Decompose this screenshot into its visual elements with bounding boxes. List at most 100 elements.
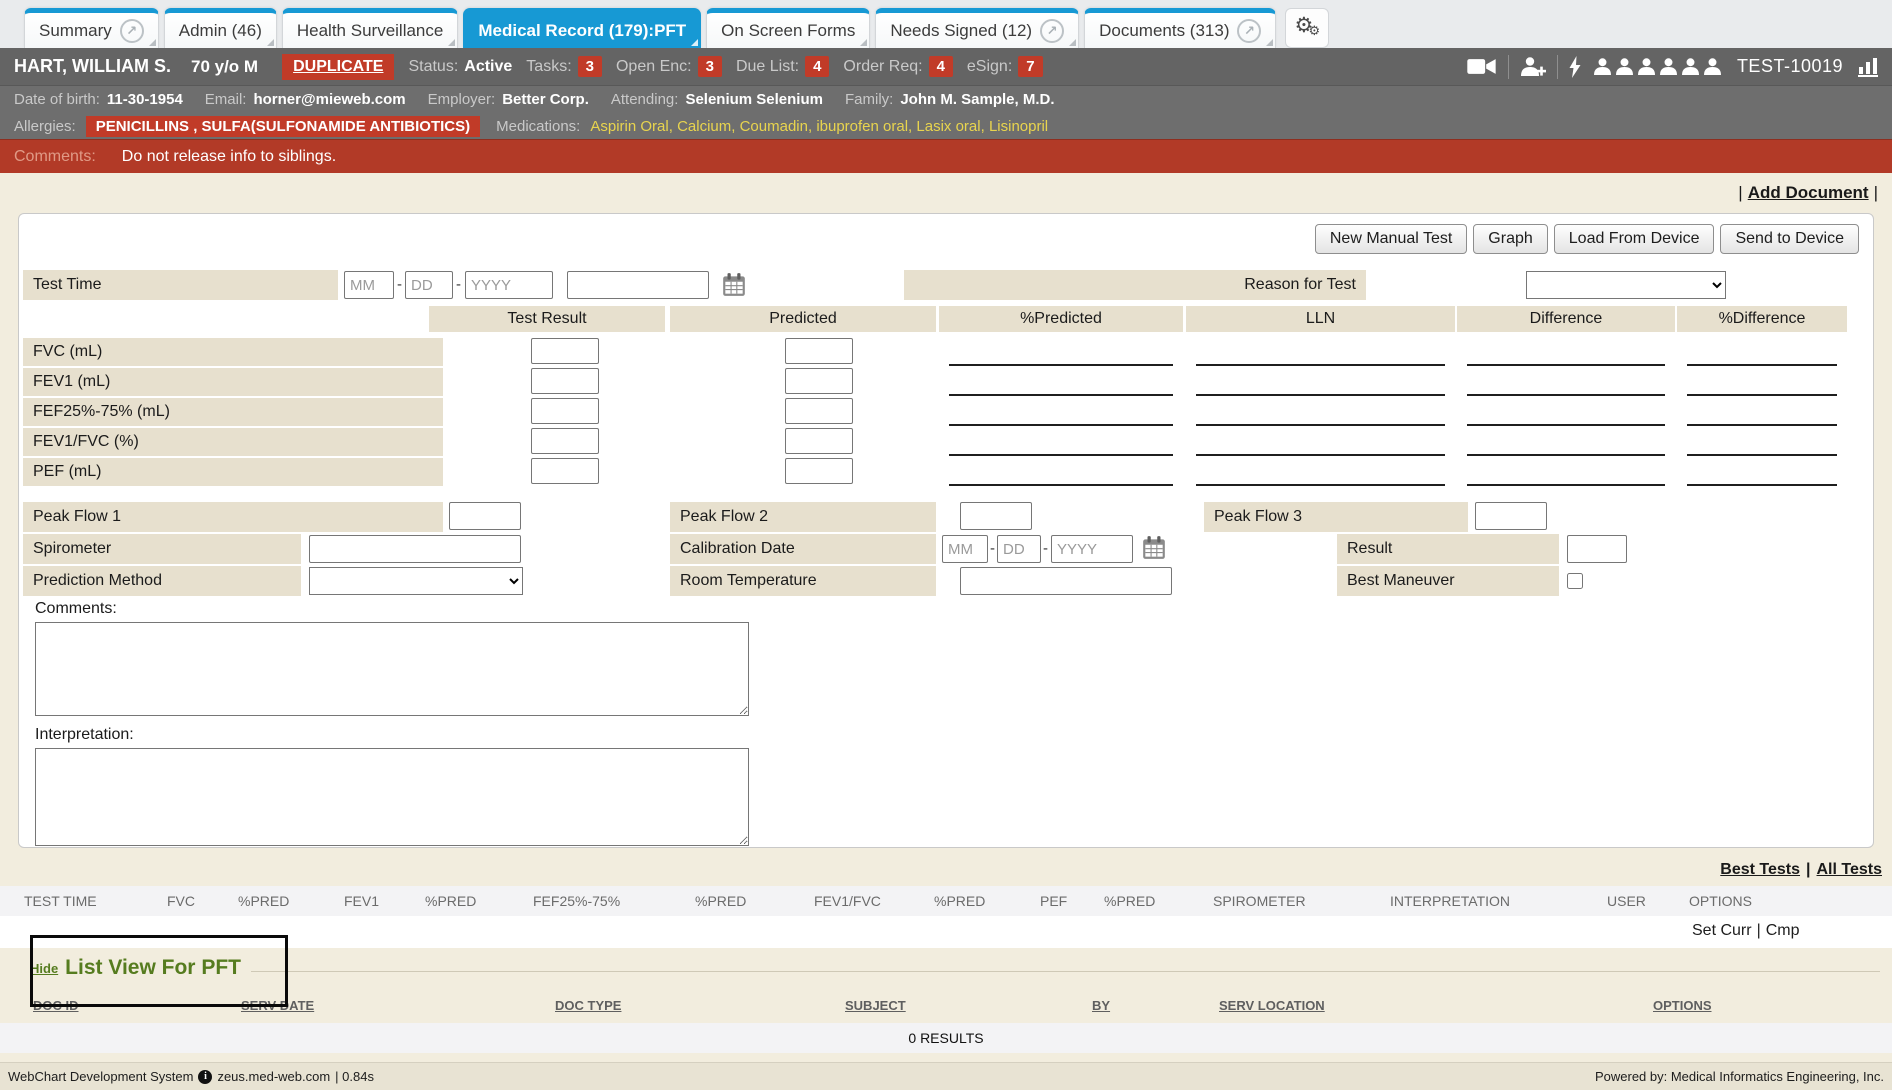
lightning-icon[interactable] bbox=[1569, 56, 1582, 78]
set-curr-link[interactable]: Set Curr bbox=[1692, 922, 1752, 939]
doc-col-serv-date[interactable]: SERV DATE bbox=[241, 998, 314, 1013]
results-col-pred1: %PRED bbox=[238, 893, 289, 909]
allergies-label: Allergies: bbox=[14, 118, 76, 135]
doc-col-doc-type[interactable]: DOC TYPE bbox=[555, 998, 621, 1013]
settings-button[interactable]: ⚙ ⚙ bbox=[1285, 8, 1329, 48]
fef-difference-underline bbox=[1467, 398, 1665, 426]
due-list-count-badge[interactable]: 4 bbox=[805, 56, 829, 77]
order-req-count-badge[interactable]: 4 bbox=[929, 56, 953, 77]
family-pair: Family:John M. Sample, M.D. bbox=[845, 91, 1055, 108]
test-view-links: Best Tests|All Tests bbox=[1720, 861, 1882, 879]
add-document-link[interactable]: Add Document bbox=[1748, 183, 1869, 202]
esign-label: eSign: bbox=[967, 58, 1012, 76]
fvc-test-result-input[interactable] bbox=[531, 338, 599, 364]
results-col-user: USER bbox=[1607, 893, 1646, 909]
new-manual-test-button[interactable]: New Manual Test bbox=[1315, 224, 1467, 254]
graph-button[interactable]: Graph bbox=[1473, 224, 1547, 254]
prediction-method-select[interactable] bbox=[309, 567, 523, 595]
patient-demographics-bar: Date of birth:11-30-1954 Email:horner@mi… bbox=[0, 86, 1892, 113]
tab-on-screen-forms[interactable]: On Screen Forms bbox=[706, 8, 870, 48]
cmp-link[interactable]: Cmp bbox=[1766, 922, 1800, 939]
doc-col-by[interactable]: BY bbox=[1092, 998, 1110, 1013]
send-to-device-button[interactable]: Send to Device bbox=[1720, 224, 1859, 254]
medication-link[interactable]: Aspirin Oral bbox=[590, 118, 677, 135]
peak-flow-3-input[interactable] bbox=[1475, 502, 1547, 530]
person-icon bbox=[1593, 58, 1612, 75]
result-input[interactable] bbox=[1567, 535, 1627, 563]
tasks-count-badge[interactable]: 3 bbox=[578, 56, 602, 77]
fef-test-result-input[interactable] bbox=[531, 398, 599, 424]
allergies-badge[interactable]: PENICILLINS , SULFA(SULFONAMIDE ANTIBIOT… bbox=[86, 116, 480, 137]
fev1-predicted-input[interactable] bbox=[785, 368, 853, 394]
doc-col-options[interactable]: OPTIONS bbox=[1653, 998, 1712, 1013]
load-from-device-button[interactable]: Load From Device bbox=[1554, 224, 1715, 254]
pef-predicted-input[interactable] bbox=[785, 458, 853, 484]
doc-col-doc-id[interactable]: DOC ID bbox=[33, 998, 79, 1013]
tab-admin[interactable]: Admin (46) bbox=[164, 8, 277, 48]
tab-medical-record[interactable]: Medical Record (179):PFT bbox=[463, 8, 701, 48]
medication-link[interactable]: ibuprofen oral bbox=[816, 118, 916, 135]
fev1-test-result-input[interactable] bbox=[531, 368, 599, 394]
medications-label: Medications: bbox=[496, 118, 580, 135]
test-time-day-input[interactable] bbox=[405, 271, 453, 299]
fev1-fvc-predicted-input[interactable] bbox=[785, 428, 853, 454]
fvc-predicted-input[interactable] bbox=[785, 338, 853, 364]
footer-system-label: WebChart Development System bbox=[8, 1069, 193, 1084]
bar-chart-icon[interactable] bbox=[1858, 57, 1878, 77]
medication-link[interactable]: Coumadin bbox=[740, 118, 817, 135]
popout-icon[interactable]: ↗ bbox=[1237, 19, 1261, 43]
pef-pct-predicted-underline bbox=[949, 458, 1173, 486]
interpretation-textarea[interactable] bbox=[35, 748, 749, 846]
tab-health-surveillance[interactable]: Health Surveillance bbox=[282, 8, 458, 48]
peak-flow-3-label: Peak Flow 3 bbox=[1204, 502, 1468, 532]
fef-pct-predicted-underline bbox=[949, 398, 1173, 426]
form-comments-textarea[interactable] bbox=[35, 622, 749, 716]
doc-col-serv-location[interactable]: SERV LOCATION bbox=[1219, 998, 1325, 1013]
calibration-year-input[interactable] bbox=[1051, 535, 1133, 563]
best-tests-link[interactable]: Best Tests bbox=[1720, 861, 1800, 878]
reason-for-test-select[interactable] bbox=[1526, 271, 1726, 299]
peak-flow-2-input[interactable] bbox=[960, 502, 1032, 530]
popout-icon[interactable]: ↗ bbox=[120, 19, 144, 43]
tab-needs-signed[interactable]: Needs Signed (12) ↗ bbox=[875, 8, 1079, 48]
calibration-day-input[interactable] bbox=[997, 535, 1041, 563]
patient-group-icons[interactable] bbox=[1593, 58, 1722, 75]
medication-link[interactable]: Lisinopril bbox=[989, 118, 1048, 135]
calendar-icon[interactable] bbox=[1141, 535, 1167, 561]
medication-link[interactable]: Lasix oral bbox=[916, 118, 989, 135]
divider bbox=[1508, 55, 1509, 79]
spirometer-label: Spirometer bbox=[23, 534, 301, 564]
tab-label: Documents (313) bbox=[1099, 21, 1229, 41]
open-enc-label: Open Enc: bbox=[616, 58, 692, 76]
test-time-year-input[interactable] bbox=[465, 271, 553, 299]
esign-count-badge[interactable]: 7 bbox=[1018, 56, 1042, 77]
tab-documents[interactable]: Documents (313) ↗ bbox=[1084, 8, 1276, 48]
tab-summary[interactable]: Summary ↗ bbox=[24, 8, 159, 48]
room-temperature-input[interactable] bbox=[960, 567, 1172, 595]
list-view-header: Hide List View For PFT bbox=[30, 956, 1880, 980]
medication-link[interactable]: Calcium bbox=[677, 118, 740, 135]
interpretation-label: Interpretation: bbox=[35, 726, 134, 744]
info-icon[interactable]: i bbox=[198, 1070, 212, 1084]
doc-col-subject[interactable]: SUBJECT bbox=[845, 998, 906, 1013]
result-label: Result bbox=[1337, 534, 1559, 564]
best-maneuver-checkbox[interactable] bbox=[1567, 573, 1583, 589]
results-col-fvc: FVC bbox=[167, 893, 195, 909]
popout-icon[interactable]: ↗ bbox=[1040, 19, 1064, 43]
patient-age-sex: 70 y/o M bbox=[191, 57, 258, 77]
spirometer-input[interactable] bbox=[309, 535, 521, 563]
fef-predicted-input[interactable] bbox=[785, 398, 853, 424]
add-person-icon[interactable] bbox=[1520, 57, 1546, 77]
test-time-month-input[interactable] bbox=[344, 271, 394, 299]
hide-link[interactable]: Hide bbox=[30, 961, 58, 976]
calendar-icon[interactable] bbox=[721, 272, 747, 298]
video-camera-icon[interactable] bbox=[1467, 56, 1497, 77]
open-enc-count-badge[interactable]: 3 bbox=[698, 56, 722, 77]
fev1-fvc-test-result-input[interactable] bbox=[531, 428, 599, 454]
calibration-month-input[interactable] bbox=[942, 535, 988, 563]
duplicate-badge[interactable]: DUPLICATE bbox=[282, 54, 394, 80]
all-tests-link[interactable]: All Tests bbox=[1817, 861, 1883, 878]
test-time-time-input[interactable] bbox=[567, 271, 709, 299]
peak-flow-1-input[interactable] bbox=[449, 502, 521, 530]
pef-test-result-input[interactable] bbox=[531, 458, 599, 484]
